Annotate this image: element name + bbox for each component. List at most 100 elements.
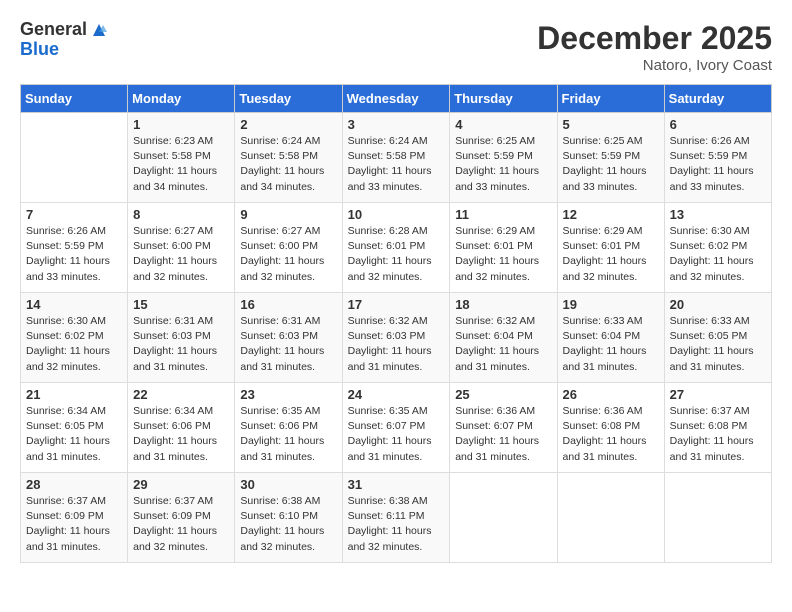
calendar-week-row: 28 Sunrise: 6:37 AMSunset: 6:09 PMDayligh… bbox=[21, 473, 772, 563]
calendar-day-cell: 14Sunrise: 6:30 AMSunset: 6:02 PMDayligh… bbox=[21, 293, 128, 383]
day-info: Sunrise: 6:30 AMSunset: 6:02 PMDaylight:… bbox=[670, 224, 766, 285]
day-number: 12 bbox=[563, 207, 659, 222]
day-number: 21 bbox=[26, 387, 122, 402]
day-info: Sunrise: 6:34 AMSunset: 6:05 PMDaylight:… bbox=[26, 404, 122, 465]
day-number: 23 bbox=[240, 387, 336, 402]
day-number: 27 bbox=[670, 387, 766, 402]
day-number: 20 bbox=[670, 297, 766, 312]
calendar-day-cell: 26 Sunrise: 6:36 AMSunset: 6:08 PMDayligh… bbox=[557, 383, 664, 473]
calendar-week-row: 21 Sunrise: 6:34 AMSunset: 6:05 PMDayligh… bbox=[21, 383, 772, 473]
calendar-day-cell: 4Sunrise: 6:25 AMSunset: 5:59 PMDaylight… bbox=[450, 113, 557, 203]
calendar-day-cell: 29 Sunrise: 6:37 AMSunset: 6:09 PMDayligh… bbox=[128, 473, 235, 563]
day-number: 19 bbox=[563, 297, 659, 312]
day-number: 25 bbox=[455, 387, 551, 402]
day-number: 22 bbox=[133, 387, 229, 402]
calendar-day-cell: 23 Sunrise: 6:35 AMSunset: 6:06 PMDayligh… bbox=[235, 383, 342, 473]
calendar-day-header: Wednesday bbox=[342, 85, 450, 113]
day-number: 15 bbox=[133, 297, 229, 312]
calendar-day-cell: 18 Sunrise: 6:32 AMSunset: 6:04 PMDayligh… bbox=[450, 293, 557, 383]
logo-blue-text: Blue bbox=[20, 40, 109, 60]
calendar-day-cell: 3Sunrise: 6:24 AMSunset: 5:58 PMDaylight… bbox=[342, 113, 450, 203]
day-info: Sunrise: 6:25 AMSunset: 5:59 PMDaylight:… bbox=[563, 134, 659, 195]
day-info: Sunrise: 6:37 AMSunset: 6:09 PMDaylight:… bbox=[26, 494, 122, 555]
calendar-day-header: Sunday bbox=[21, 85, 128, 113]
day-info: Sunrise: 6:36 AMSunset: 6:08 PMDaylight:… bbox=[563, 404, 659, 465]
day-number: 13 bbox=[670, 207, 766, 222]
day-info: Sunrise: 6:36 AMSunset: 6:07 PMDaylight:… bbox=[455, 404, 551, 465]
calendar-day-header: Thursday bbox=[450, 85, 557, 113]
calendar-day-cell: 28 Sunrise: 6:37 AMSunset: 6:09 PMDayligh… bbox=[21, 473, 128, 563]
day-info: Sunrise: 6:26 AMSunset: 5:59 PMDaylight:… bbox=[26, 224, 122, 285]
day-info: Sunrise: 6:24 AMSunset: 5:58 PMDaylight:… bbox=[348, 134, 445, 195]
day-info: Sunrise: 6:38 AMSunset: 6:10 PMDaylight:… bbox=[240, 494, 336, 555]
day-info: Sunrise: 6:32 AMSunset: 6:03 PMDaylight:… bbox=[348, 314, 445, 375]
day-number: 4 bbox=[455, 117, 551, 132]
day-number: 1 bbox=[133, 117, 229, 132]
calendar-day-cell bbox=[664, 473, 771, 563]
calendar-day-cell: 2Sunrise: 6:24 AMSunset: 5:58 PMDaylight… bbox=[235, 113, 342, 203]
calendar-day-cell: 22 Sunrise: 6:34 AMSunset: 6:06 PMDayligh… bbox=[128, 383, 235, 473]
calendar-day-cell bbox=[557, 473, 664, 563]
day-info: Sunrise: 6:30 AMSunset: 6:02 PMDaylight:… bbox=[26, 314, 122, 375]
calendar-day-cell: 9Sunrise: 6:27 AMSunset: 6:00 PMDaylight… bbox=[235, 203, 342, 293]
day-number: 18 bbox=[455, 297, 551, 312]
day-info: Sunrise: 6:37 AMSunset: 6:08 PMDaylight:… bbox=[670, 404, 766, 465]
day-number: 16 bbox=[240, 297, 336, 312]
calendar-day-cell: 25 Sunrise: 6:36 AMSunset: 6:07 PMDayligh… bbox=[450, 383, 557, 473]
calendar-day-cell: 10 Sunrise: 6:28 AMSunset: 6:01 PMDayligh… bbox=[342, 203, 450, 293]
day-info: Sunrise: 6:27 AMSunset: 6:00 PMDaylight:… bbox=[133, 224, 229, 285]
day-number: 5 bbox=[563, 117, 659, 132]
calendar-day-header: Saturday bbox=[664, 85, 771, 113]
calendar-day-header: Friday bbox=[557, 85, 664, 113]
day-number: 7 bbox=[26, 207, 122, 222]
day-info: Sunrise: 6:29 AMSunset: 6:01 PMDaylight:… bbox=[455, 224, 551, 285]
title-block: December 2025 Natoro, Ivory Coast bbox=[537, 20, 772, 74]
calendar-day-cell: 30 Sunrise: 6:38 AMSunset: 6:10 PMDayligh… bbox=[235, 473, 342, 563]
calendar-day-cell bbox=[450, 473, 557, 563]
day-info: Sunrise: 6:27 AMSunset: 6:00 PMDaylight:… bbox=[240, 224, 336, 285]
day-info: Sunrise: 6:31 AMSunset: 6:03 PMDaylight:… bbox=[133, 314, 229, 375]
day-info: Sunrise: 6:37 AMSunset: 6:09 PMDaylight:… bbox=[133, 494, 229, 555]
logo: General Blue bbox=[20, 20, 109, 60]
calendar-day-header: Monday bbox=[128, 85, 235, 113]
day-info: Sunrise: 6:24 AMSunset: 5:58 PMDaylight:… bbox=[240, 134, 336, 195]
calendar-day-cell: 20 Sunrise: 6:33 AMSunset: 6:05 PMDayligh… bbox=[664, 293, 771, 383]
page-header: General Blue December 2025 Natoro, Ivory… bbox=[20, 20, 772, 74]
calendar-header-row: SundayMondayTuesdayWednesdayThursdayFrid… bbox=[21, 85, 772, 113]
day-number: 30 bbox=[240, 477, 336, 492]
calendar-day-cell: 12Sunrise: 6:29 AMSunset: 6:01 PMDayligh… bbox=[557, 203, 664, 293]
day-number: 10 bbox=[348, 207, 445, 222]
day-info: Sunrise: 6:34 AMSunset: 6:06 PMDaylight:… bbox=[133, 404, 229, 465]
day-info: Sunrise: 6:28 AMSunset: 6:01 PMDaylight:… bbox=[348, 224, 445, 285]
calendar-day-cell: 11 Sunrise: 6:29 AMSunset: 6:01 PMDayligh… bbox=[450, 203, 557, 293]
calendar-day-cell: 19 Sunrise: 6:33 AMSunset: 6:04 PMDayligh… bbox=[557, 293, 664, 383]
day-info: Sunrise: 6:32 AMSunset: 6:04 PMDaylight:… bbox=[455, 314, 551, 375]
calendar-day-cell: 8 Sunrise: 6:27 AMSunset: 6:00 PMDaylight… bbox=[128, 203, 235, 293]
calendar-week-row: 7 Sunrise: 6:26 AMSunset: 5:59 PMDaylight… bbox=[21, 203, 772, 293]
day-number: 11 bbox=[455, 207, 551, 222]
day-number: 26 bbox=[563, 387, 659, 402]
calendar-day-header: Tuesday bbox=[235, 85, 342, 113]
calendar-day-cell: 15 Sunrise: 6:31 AMSunset: 6:03 PMDayligh… bbox=[128, 293, 235, 383]
calendar-week-row: 14Sunrise: 6:30 AMSunset: 6:02 PMDayligh… bbox=[21, 293, 772, 383]
day-info: Sunrise: 6:33 AMSunset: 6:05 PMDaylight:… bbox=[670, 314, 766, 375]
day-info: Sunrise: 6:26 AMSunset: 5:59 PMDaylight:… bbox=[670, 134, 766, 195]
logo-icon bbox=[89, 20, 109, 40]
month-title: December 2025 bbox=[537, 20, 772, 57]
calendar-week-row: 1 Sunrise: 6:23 AMSunset: 5:58 PMDaylight… bbox=[21, 113, 772, 203]
day-number: 8 bbox=[133, 207, 229, 222]
day-number: 31 bbox=[348, 477, 445, 492]
day-info: Sunrise: 6:35 AMSunset: 6:07 PMDaylight:… bbox=[348, 404, 445, 465]
day-number: 28 bbox=[26, 477, 122, 492]
day-number: 6 bbox=[670, 117, 766, 132]
day-info: Sunrise: 6:35 AMSunset: 6:06 PMDaylight:… bbox=[240, 404, 336, 465]
calendar-day-cell: 1 Sunrise: 6:23 AMSunset: 5:58 PMDaylight… bbox=[128, 113, 235, 203]
day-info: Sunrise: 6:23 AMSunset: 5:58 PMDaylight:… bbox=[133, 134, 229, 195]
calendar-day-cell: 13 Sunrise: 6:30 AMSunset: 6:02 PMDayligh… bbox=[664, 203, 771, 293]
calendar-day-cell: 24Sunrise: 6:35 AMSunset: 6:07 PMDayligh… bbox=[342, 383, 450, 473]
day-number: 29 bbox=[133, 477, 229, 492]
calendar-day-cell: 27 Sunrise: 6:37 AMSunset: 6:08 PMDayligh… bbox=[664, 383, 771, 473]
calendar-day-cell bbox=[21, 113, 128, 203]
day-info: Sunrise: 6:33 AMSunset: 6:04 PMDaylight:… bbox=[563, 314, 659, 375]
calendar-table: SundayMondayTuesdayWednesdayThursdayFrid… bbox=[20, 84, 772, 563]
